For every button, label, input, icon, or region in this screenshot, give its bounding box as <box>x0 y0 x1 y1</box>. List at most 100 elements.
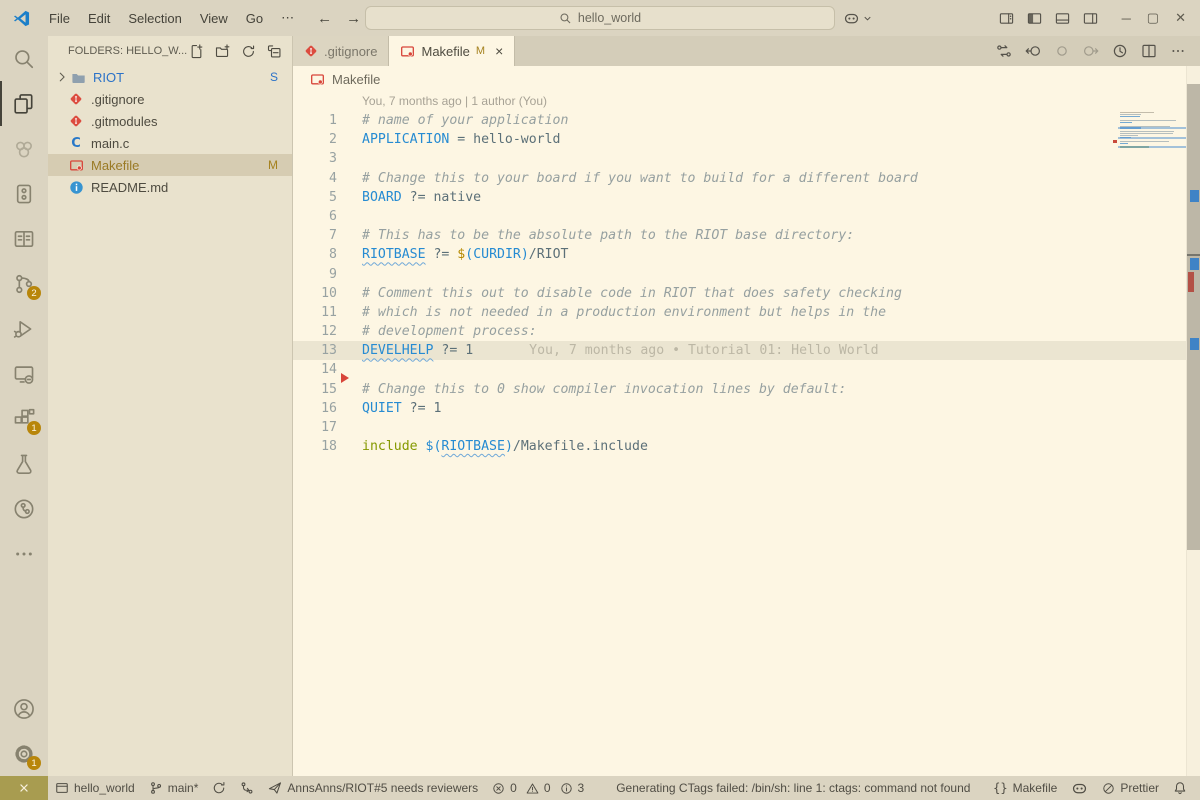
nav-forward-icon[interactable]: → <box>346 10 361 27</box>
tab-.gitignore[interactable]: .gitignore <box>293 36 389 66</box>
more-actions-icon[interactable] <box>1170 43 1186 59</box>
code-line[interactable]: 1# name of your application <box>293 111 1200 130</box>
code-line[interactable]: 12# development process: <box>293 322 1200 341</box>
tab-Makefile[interactable]: Makefile M × <box>389 36 515 66</box>
activity-testing[interactable] <box>0 441 48 486</box>
open-changes-icon[interactable] <box>996 43 1012 59</box>
code-line[interactable]: 2APPLICATION = hello-world <box>293 130 1200 149</box>
line-number: 14 <box>293 360 337 379</box>
activity-raspberry-pi[interactable] <box>0 126 48 171</box>
toggle-panel-icon[interactable] <box>1055 11 1070 26</box>
new-folder-icon[interactable] <box>215 44 230 59</box>
close-button[interactable]: ✕ <box>1175 10 1186 26</box>
ruler-marker <box>1190 338 1199 350</box>
menu-item[interactable]: Selection <box>119 0 190 36</box>
status-label: main* <box>168 781 199 795</box>
menu-item[interactable]: View <box>191 0 237 36</box>
toggle-sidebar-icon[interactable] <box>1027 11 1042 26</box>
overview-ruler[interactable] <box>1186 66 1200 776</box>
command-center-search[interactable]: hello_world <box>365 6 835 30</box>
nav-back-icon[interactable]: ← <box>317 10 332 27</box>
code-line[interactable]: 15# Change this to 0 show compiler invoc… <box>293 380 1200 399</box>
activity-source-control[interactable]: 2 <box>0 261 48 306</box>
status-gitlens-compare[interactable] <box>233 776 261 800</box>
code-line[interactable]: 3 <box>293 149 1200 168</box>
activity-documentation[interactable] <box>0 216 48 261</box>
revision-circle-icon[interactable] <box>1054 43 1070 59</box>
activity-remote-explorer[interactable] <box>0 351 48 396</box>
code-line[interactable]: 11# which is not needed in a production … <box>293 303 1200 322</box>
menu-item[interactable]: Go <box>237 0 272 36</box>
activity-more-views[interactable] <box>0 531 48 576</box>
status-problems[interactable]: 003 <box>485 776 595 800</box>
info-file-icon <box>68 180 84 195</box>
status-sync[interactable] <box>205 776 233 800</box>
code-line[interactable]: 7# This has to be the absolute path to t… <box>293 226 1200 245</box>
customize-layout-icon[interactable] <box>999 11 1014 26</box>
collapse-all-icon[interactable] <box>267 44 282 59</box>
toggle-secondary-sidebar-icon[interactable] <box>1083 11 1098 26</box>
file-item-Makefile[interactable]: Makefile M <box>48 154 292 176</box>
status-language-mode[interactable]: {}Makefile <box>986 776 1064 800</box>
menu-item[interactable]: Edit <box>79 0 119 36</box>
breadcrumb[interactable]: Makefile <box>293 66 1200 92</box>
code-line[interactable]: 9 <box>293 265 1200 284</box>
explorer-actions <box>189 44 282 59</box>
code-line[interactable]: 4# Change this to your board if you want… <box>293 169 1200 188</box>
file-item-.gitmodules[interactable]: .gitmodules <box>48 110 292 132</box>
copilot-menu[interactable] <box>843 6 873 30</box>
code-lines: 1# name of your application2APPLICATION … <box>293 111 1200 456</box>
menu-item[interactable]: ⋯ <box>272 0 303 36</box>
file-item-.gitignore[interactable]: .gitignore <box>48 88 292 110</box>
code-line[interactable]: 14 <box>293 360 1200 379</box>
status-label: Prettier <box>1120 781 1159 795</box>
code-line[interactable]: 18include $(RIOTBASE)/Makefile.include <box>293 437 1200 456</box>
code-line[interactable]: 17 <box>293 418 1200 437</box>
code-line[interactable]: 10# Comment this out to disable code in … <box>293 284 1200 303</box>
maximize-button[interactable]: ▢ <box>1147 10 1159 26</box>
status-prettier[interactable]: Prettier <box>1095 776 1166 800</box>
activity-extensions[interactable]: 1 <box>0 396 48 441</box>
code-line[interactable]: 8RIOTBASE ?= $(CURDIR)/RIOT <box>293 245 1200 264</box>
minimize-button[interactable]: ─ <box>1122 11 1131 26</box>
menu-item[interactable]: File <box>40 0 79 36</box>
code-line[interactable]: 16QUIET ?= 1 <box>293 399 1200 418</box>
code-line[interactable]: 5BOARD ?= native <box>293 188 1200 207</box>
close-tab-icon[interactable]: × <box>495 43 503 59</box>
code-line[interactable]: 13DEVELHELP ?= 1You, 7 months ago • Tuto… <box>293 341 1200 360</box>
code-editor[interactable]: You, 7 months ago | 1 author (You) 1# na… <box>293 92 1200 776</box>
activity-explorer[interactable] <box>0 81 48 126</box>
explorer-icon <box>13 93 35 115</box>
activity-accounts[interactable] <box>0 686 48 731</box>
activity-run-debug[interactable] <box>0 306 48 351</box>
previous-change-icon[interactable] <box>1025 43 1041 59</box>
file-item-RIOT[interactable]: RIOT S <box>48 66 292 88</box>
status-copilot[interactable] <box>1064 776 1095 800</box>
status-label: Generating CTags failed: /bin/sh: line 1… <box>616 781 970 795</box>
file-item-README.md[interactable]: README.md <box>48 176 292 198</box>
menu-bar: FileEditSelectionViewGo⋯ <box>40 0 303 36</box>
folders-section-title[interactable]: FOLDERS: HELLO_W... <box>68 45 187 57</box>
status-pull-request[interactable]: AnnsAnns/RIOT#5 needs reviewers <box>261 776 485 800</box>
status-workspace[interactable]: hello_world <box>48 776 142 800</box>
split-editor-icon[interactable] <box>1141 43 1157 59</box>
scrollbar-slider[interactable] <box>1187 84 1200 550</box>
line-number: 18 <box>293 437 337 456</box>
activity-settings[interactable]: 1 <box>0 731 48 776</box>
refresh-icon[interactable] <box>241 44 256 59</box>
badge: 2 <box>27 286 41 300</box>
status-ctags-message[interactable]: Generating CTags failed: /bin/sh: line 1… <box>609 776 977 800</box>
minimap[interactable] <box>1120 112 1184 148</box>
activity-search[interactable] <box>0 36 48 81</box>
file-history-icon[interactable] <box>1112 43 1128 59</box>
activity-embedded-board[interactable] <box>0 171 48 216</box>
status-notifications[interactable] <box>1166 776 1194 800</box>
file-item-main.c[interactable]: C main.c <box>48 132 292 154</box>
code-line[interactable]: 6 <box>293 207 1200 226</box>
activity-gitlens[interactable] <box>0 486 48 531</box>
remote-indicator[interactable] <box>0 776 48 800</box>
line-number: 8 <box>293 245 337 264</box>
next-change-icon[interactable] <box>1083 43 1099 59</box>
new-file-icon[interactable] <box>189 44 204 59</box>
status-git-branch[interactable]: main* <box>142 776 206 800</box>
